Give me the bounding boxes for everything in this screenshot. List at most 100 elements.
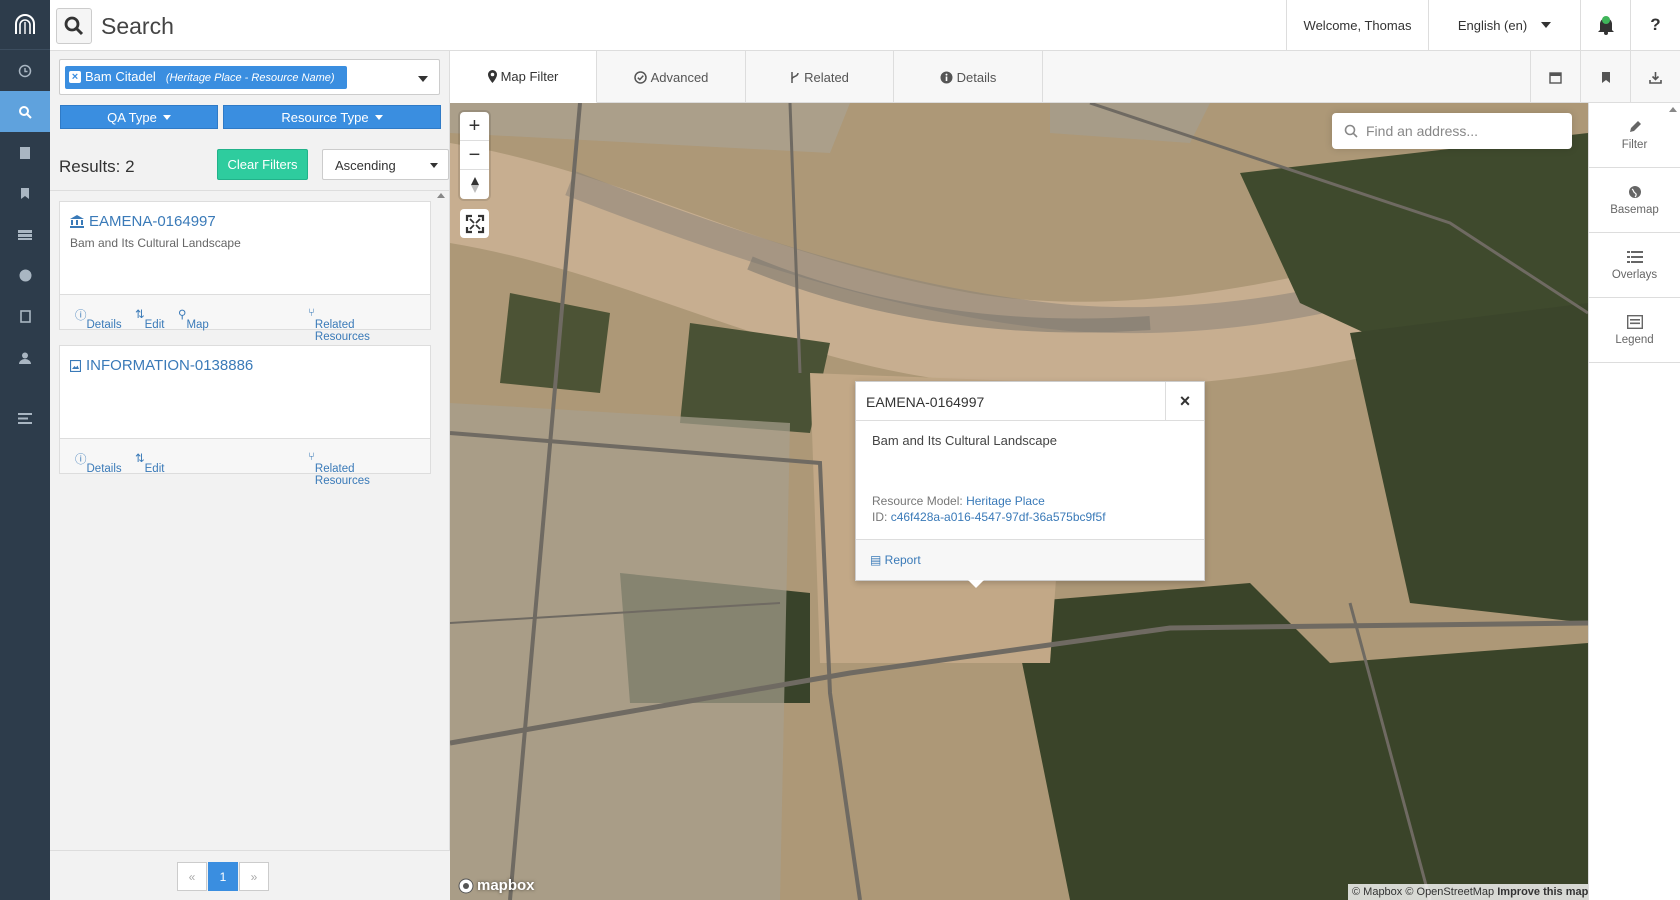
- welcome-user[interactable]: Welcome, Thomas: [1286, 0, 1428, 50]
- zoom-controls: + −: [460, 112, 489, 199]
- welcome-text: Welcome, Thomas: [1303, 17, 1412, 33]
- language-selector[interactable]: English (en): [1428, 0, 1580, 50]
- edit-label: Edit: [144, 463, 165, 475]
- details-label: Details: [86, 463, 122, 475]
- tab-details[interactable]: Details: [894, 51, 1043, 103]
- search-results-panel: × Bam Citadel (Heritage Place - Resource N…: [50, 51, 450, 900]
- search-icon: [1344, 124, 1358, 138]
- popup-title[interactable]: EAMENA-0164997: [866, 394, 984, 410]
- result-actions: ⓘ Details ⇅ Edit ⑂ Related Resources: [60, 438, 430, 487]
- help-label: ?: [1650, 15, 1661, 34]
- divider: [50, 190, 450, 191]
- language-label: English (en): [1457, 17, 1528, 33]
- related-resources-link[interactable]: ⑂ Related Resources: [308, 307, 370, 343]
- search-icon[interactable]: [0, 91, 50, 132]
- tab-related[interactable]: Related: [746, 51, 894, 103]
- map-tools-panel: Filter Basemap Overlays Legend: [1588, 103, 1680, 900]
- result-title-link[interactable]: INFORMATION-0138886: [70, 357, 420, 374]
- map-canvas[interactable]: + − Find an address... EAMENA-0164997 × …: [450, 103, 1588, 900]
- remove-term-icon[interactable]: ×: [69, 71, 81, 83]
- close-icon[interactable]: ×: [1165, 382, 1204, 421]
- list-icon[interactable]: [0, 214, 50, 255]
- map-tool-basemap[interactable]: Basemap: [1589, 168, 1680, 233]
- search-tabs: Map Filter Advanced Related Details: [450, 51, 1680, 103]
- result-title-link[interactable]: EAMENA-0164997: [70, 213, 420, 230]
- details-link[interactable]: ⓘ Details: [75, 451, 122, 475]
- time-filter-button[interactable]: [1530, 51, 1580, 103]
- landmark-icon: [70, 215, 84, 228]
- globe-icon[interactable]: [0, 255, 50, 296]
- top-bar: Search Welcome, Thomas English (en) ?: [50, 0, 1680, 51]
- map-tool-filter[interactable]: Filter: [1589, 103, 1680, 168]
- mapbox-logo-icon: [458, 878, 474, 893]
- chevron-down-icon[interactable]: [418, 76, 428, 82]
- model-label: Resource Model:: [872, 494, 963, 508]
- check-circle-icon: [633, 70, 647, 84]
- search-icon: [64, 16, 84, 36]
- saved-searches-button[interactable]: [1580, 51, 1630, 103]
- id-label: ID:: [872, 510, 888, 524]
- term-filter-input[interactable]: × Bam Citadel (Heritage Place - Resource N…: [59, 59, 440, 95]
- pencil-icon: [1629, 120, 1641, 132]
- legend-icon: [1626, 314, 1643, 329]
- scroll-up-arrow-icon[interactable]: [1669, 107, 1677, 112]
- chevron-down-icon: [374, 114, 383, 120]
- address-search-input[interactable]: Find an address...: [1332, 113, 1572, 149]
- bookmark-icon[interactable]: [0, 173, 50, 214]
- clear-filters-button[interactable]: Clear Filters: [217, 149, 308, 180]
- result-title: EAMENA-0164997: [89, 213, 216, 230]
- download-icon: [1649, 71, 1662, 84]
- calendar-icon: [1549, 71, 1562, 84]
- user-icon[interactable]: [0, 337, 50, 378]
- search-button[interactable]: [56, 8, 92, 44]
- results-toolbar: Results: 2 Clear Filters Ascending: [59, 148, 449, 184]
- chevron-down-icon: [1541, 22, 1552, 28]
- details-label: Details: [86, 319, 122, 331]
- globe-icon: [1628, 185, 1641, 198]
- tab-map-filter[interactable]: Map Filter: [450, 51, 597, 103]
- page-1-button[interactable]: 1: [208, 862, 238, 891]
- map-tool-overlays[interactable]: Overlays: [1589, 233, 1680, 298]
- improve-map-link[interactable]: Improve this map: [1497, 886, 1588, 898]
- edit-link[interactable]: ⇅ Edit: [135, 307, 164, 331]
- zoom-in-button[interactable]: +: [460, 112, 489, 141]
- notifications-button[interactable]: [1580, 0, 1630, 50]
- prev-page-button[interactable]: «: [177, 862, 207, 891]
- tab-label: Map Filter: [500, 69, 559, 84]
- clock-icon[interactable]: [0, 50, 50, 91]
- search-term-chip[interactable]: × Bam Citadel (Heritage Place - Resource N…: [65, 66, 347, 89]
- building-icon[interactable]: [0, 132, 50, 173]
- map-link[interactable]: ⚲ Map: [178, 307, 209, 331]
- qa-type-label: QA Type: [107, 109, 157, 125]
- resource-type-label: Resource Type: [281, 109, 369, 125]
- mapbox-logo[interactable]: mapbox: [458, 877, 535, 894]
- tab-advanced[interactable]: Advanced: [597, 51, 746, 103]
- map-tool-legend[interactable]: Legend: [1589, 298, 1680, 363]
- sort-order-select[interactable]: Ascending: [322, 149, 449, 180]
- resource-type-dropdown[interactable]: Resource Type: [223, 105, 441, 129]
- map-attribution[interactable]: © Mapbox © OpenStreetMap Improve this ma…: [1348, 884, 1588, 900]
- pagination: « 1 »: [50, 850, 450, 900]
- book-icon[interactable]: [0, 296, 50, 337]
- edit-link[interactable]: ⇅ Edit: [135, 451, 164, 475]
- map-tool-label: Basemap: [1610, 203, 1659, 216]
- results-count: Results: 2: [59, 157, 135, 176]
- logo-icon[interactable]: [0, 0, 50, 50]
- help-button[interactable]: ?: [1630, 0, 1680, 50]
- page-title: Search: [101, 13, 174, 39]
- export-button[interactable]: [1630, 51, 1680, 103]
- related-resources-link[interactable]: ⑂ Related Resources: [308, 451, 370, 487]
- compass-icon: [470, 176, 479, 193]
- zoom-out-button[interactable]: −: [460, 141, 489, 170]
- compass-button[interactable]: [460, 170, 489, 199]
- fullscreen-button[interactable]: [460, 209, 489, 238]
- scroll-up-arrow-icon[interactable]: [437, 193, 445, 198]
- report-label: Report: [884, 553, 921, 567]
- report-link[interactable]: ▤ Report: [856, 539, 1204, 580]
- menu-icon[interactable]: [0, 398, 50, 439]
- attribution-text: © Mapbox © OpenStreetMap: [1352, 886, 1498, 898]
- details-link[interactable]: ⓘ Details: [75, 307, 122, 331]
- resource-popup: EAMENA-0164997 × Bam and Its Cultural La…: [855, 381, 1205, 588]
- next-page-button[interactable]: »: [239, 862, 269, 891]
- qa-type-dropdown[interactable]: QA Type: [60, 105, 218, 129]
